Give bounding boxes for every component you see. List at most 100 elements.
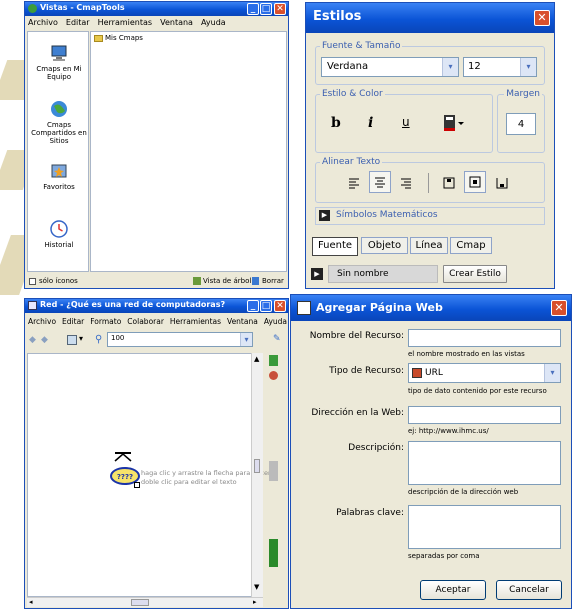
triangle-right-icon[interactable]: ▶ (311, 268, 323, 280)
style-name-field[interactable]: Sin nombre (328, 265, 438, 283)
forward-arrow-icon[interactable]: ◆ (41, 335, 48, 345)
sidebar-item-compartidos[interactable]: Cmaps Compartidos en Sitios (28, 100, 90, 145)
palette-icon[interactable] (269, 355, 278, 366)
accept-button[interactable]: Aceptar (420, 580, 486, 600)
only-icons-checkbox[interactable] (29, 278, 36, 285)
menu-ayuda[interactable]: Ayuda (264, 317, 287, 328)
palette-icon[interactable] (269, 371, 278, 380)
chevron-down-icon[interactable]: ▾ (520, 58, 536, 76)
chevron-down-icon[interactable]: ▾ (544, 364, 560, 382)
address-input[interactable] (408, 406, 561, 424)
maximize-button[interactable]: □ (260, 3, 272, 15)
color-picker-button[interactable] (443, 114, 465, 132)
scroll-up-icon[interactable]: ▲ (254, 355, 259, 363)
tab-fuente[interactable]: Fuente (312, 237, 358, 256)
maximize-button[interactable]: □ (260, 300, 272, 312)
keywords-label: Palabras clave: (336, 508, 404, 518)
red-titlebar[interactable]: Red - ¿Qué es una red de computadoras? _… (25, 299, 288, 313)
description-textarea[interactable] (408, 441, 561, 485)
menu-editar[interactable]: Editar (62, 317, 84, 328)
underline-button[interactable]: u (402, 115, 410, 129)
tree-view-button[interactable]: Vista de árbol (203, 277, 251, 285)
font-family-select[interactable]: Verdana ▾ (321, 57, 459, 77)
menu-archivo[interactable]: Archivo (28, 18, 58, 29)
horizontal-scrollbar[interactable]: ◂ ▸ (27, 597, 263, 607)
font-family-value: Verdana (327, 61, 369, 72)
create-style-button[interactable]: Crear Estilo (443, 265, 507, 283)
scroll-thumb[interactable] (254, 459, 260, 473)
tab-objeto[interactable]: Objeto (361, 237, 408, 254)
minimize-button[interactable]: _ (247, 300, 259, 312)
cmaps-list[interactable]: Mis Cmaps (90, 31, 287, 272)
menu-archivo[interactable]: Archivo (28, 317, 56, 328)
margin-group-title: Margen (506, 89, 540, 99)
close-button[interactable]: ✕ (551, 300, 567, 316)
menu-editar[interactable]: Editar (66, 18, 90, 29)
palette-bar[interactable] (269, 461, 278, 481)
estilos-titlebar[interactable]: Estilos ✕ (306, 3, 554, 33)
bold-button[interactable]: b (331, 115, 341, 131)
valign-top-button[interactable] (439, 173, 459, 193)
chevron-down-icon[interactable]: ▾ (240, 333, 252, 346)
margin-input[interactable]: 4 (506, 113, 536, 135)
web-icon (297, 301, 311, 315)
folder-label[interactable]: Mis Cmaps (105, 34, 143, 42)
menu-colaborar[interactable]: Colaborar (127, 317, 164, 328)
sidebar-item-mi-equipo[interactable]: Cmaps en Mi Equipo (28, 44, 90, 81)
concept-map-canvas[interactable]: ???? haga clic y arrastre la flecha para… (27, 353, 271, 597)
description-label: Descripción: (348, 443, 404, 453)
trash-icon (252, 277, 259, 285)
resource-type-select[interactable]: URL ▾ (408, 363, 561, 383)
minimize-button[interactable]: _ (247, 3, 259, 15)
valign-top-icon (443, 177, 455, 189)
scroll-thumb[interactable] (131, 599, 149, 606)
resize-handle-icon[interactable] (134, 482, 140, 488)
close-button[interactable]: ✕ (274, 300, 286, 312)
align-left-icon (349, 178, 359, 189)
sidebar-item-favoritos[interactable]: Favoritos (28, 162, 90, 191)
back-arrow-icon[interactable]: ◆ (29, 335, 36, 345)
chevron-down-icon[interactable]: ▾ (442, 58, 458, 76)
italic-button[interactable]: i (368, 115, 373, 131)
math-symbols-label: Símbolos Matemáticos (336, 210, 438, 220)
menu-herramientas[interactable]: Herramientas (98, 18, 153, 29)
scroll-left-icon[interactable]: ◂ (29, 598, 33, 606)
vistas-menubar: Archivo Editar Herramientas Ventana Ayud… (25, 18, 288, 29)
menu-herramientas[interactable]: Herramientas (170, 317, 221, 328)
scroll-down-icon[interactable]: ▼ (254, 583, 259, 591)
align-left-button[interactable] (344, 173, 364, 193)
valign-middle-button[interactable] (464, 171, 486, 193)
menu-ventana[interactable]: Ventana (227, 317, 258, 328)
link-handle-icon[interactable] (114, 452, 132, 462)
keywords-textarea[interactable] (408, 505, 561, 549)
math-symbols-expander[interactable]: ▶ Símbolos Matemáticos (315, 207, 545, 225)
menu-ventana[interactable]: Ventana (160, 18, 193, 29)
font-size-select[interactable]: 12 ▾ (463, 57, 537, 77)
scroll-right-icon[interactable]: ▸ (253, 598, 257, 606)
sidebar-item-historial[interactable]: Historial (28, 220, 90, 249)
palette-bar[interactable] (269, 539, 278, 567)
close-button[interactable]: ✕ (274, 3, 286, 15)
align-center-button[interactable] (369, 171, 391, 193)
address-hint: ej: http://www.ihmc.us/ (408, 427, 489, 435)
layout-dropdown-icon[interactable] (67, 335, 77, 345)
web-titlebar[interactable]: Agregar Página Web ✕ (291, 295, 571, 321)
tab-cmap[interactable]: Cmap (450, 237, 492, 254)
close-button[interactable]: ✕ (534, 10, 550, 26)
map-tool-icon[interactable]: ✎ (273, 334, 281, 344)
delete-button[interactable]: Borrar (262, 277, 284, 285)
tab-linea[interactable]: Línea (410, 237, 448, 254)
cancel-button[interactable]: Cancelar (496, 580, 562, 600)
sidebar-item-label: Cmaps Compartidos en Sitios (31, 121, 87, 145)
vertical-scrollbar[interactable]: ▲ ▼ (251, 353, 263, 597)
style-name-value: Sin nombre (337, 269, 389, 279)
zoom-select[interactable]: 100 ▾ (107, 332, 253, 347)
valign-bottom-button[interactable] (492, 173, 512, 193)
resource-name-input[interactable] (408, 329, 561, 347)
vistas-titlebar[interactable]: Vistas - CmapTools _ □ ✕ (25, 2, 288, 16)
menu-ayuda[interactable]: Ayuda (201, 18, 226, 29)
align-right-button[interactable] (396, 173, 416, 193)
chevron-down-icon[interactable]: ▾ (79, 334, 83, 343)
menu-formato[interactable]: Formato (90, 317, 121, 328)
folder-icon (94, 35, 103, 42)
